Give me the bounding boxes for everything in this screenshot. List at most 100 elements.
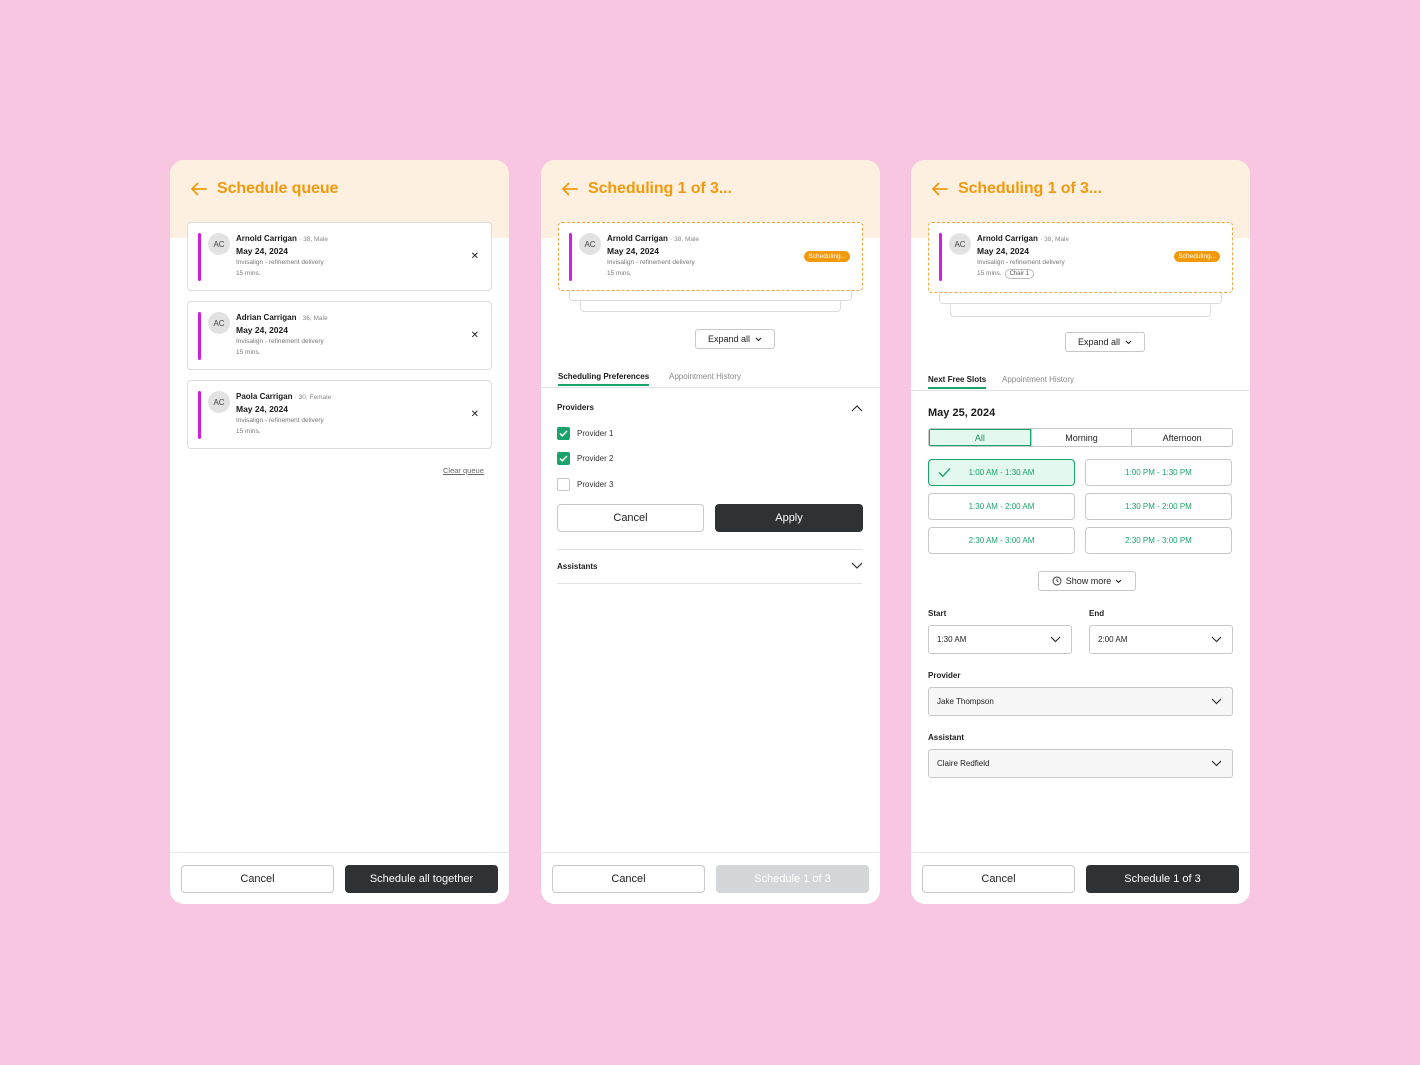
chair-badge: Chair 1 (1004, 269, 1034, 279)
active-patient-card[interactable]: AC Arnold Carrigan · 38, Male May 24, 20… (558, 222, 863, 291)
patient-color-bar (198, 391, 201, 439)
filter-all[interactable]: All (929, 429, 1031, 446)
clear-queue-link[interactable]: Clear queue (443, 466, 484, 475)
patient-info: Paola Carrigan · 30, Female May 24, 2024… (236, 392, 331, 437)
start-time-select[interactable]: 1:30 AM (928, 625, 1072, 654)
time-slot-selected[interactable]: 1:00 AM - 1:30 AM (928, 459, 1075, 486)
cancel-button[interactable]: Cancel (552, 865, 705, 893)
active-patient-card[interactable]: AC Arnold Carrigan · 38, Male May 24, 20… (928, 222, 1233, 293)
page-title: Scheduling 1 of 3... (588, 180, 732, 197)
next-free-slots-panel: Scheduling 1 of 3... AC Arnold Carrigan … (911, 160, 1250, 904)
check-icon (938, 468, 951, 478)
stacked-card (580, 300, 841, 312)
cancel-filter-button[interactable]: Cancel (557, 504, 704, 532)
time-slot[interactable]: 2:30 PM - 3:00 PM (1085, 527, 1232, 554)
assistant-select[interactable]: Claire Redfield (928, 749, 1233, 778)
procedure: Invisalign - refinement delivery (977, 259, 1065, 266)
chevron-down-icon[interactable] (851, 562, 863, 570)
patient-color-bar (198, 312, 201, 360)
time-slot[interactable]: 1:00 PM - 1:30 PM (1085, 459, 1232, 486)
assistants-label: Assistants (557, 562, 598, 571)
queue-card[interactable]: AC Arnold Carrigan · 38, Male May 24, 20… (187, 222, 492, 291)
filter-morning[interactable]: Morning (1030, 429, 1132, 446)
patient-info: Arnold Carrigan · 38, Male May 24, 2024 … (236, 234, 328, 279)
schedule-queue-panel: Schedule queue AC Arnold Carrigan · 38, … (170, 160, 509, 904)
checkbox-checked[interactable] (557, 427, 570, 440)
tab-next-free-slots[interactable]: Next Free Slots (928, 375, 987, 389)
provider-checkbox-3[interactable]: Provider 3 (557, 478, 613, 491)
avatar: AC (208, 233, 230, 255)
time-slot-label: 2:30 PM - 3:00 PM (1125, 536, 1192, 545)
checkbox-checked[interactable] (557, 452, 570, 465)
duration: 15 mins. (236, 428, 261, 435)
duration: 15 mins. (607, 270, 632, 277)
page-title: Scheduling 1 of 3... (958, 180, 1102, 197)
cancel-button[interactable]: Cancel (922, 865, 1075, 893)
patient-meta: · 38, Male (1040, 236, 1070, 243)
start-label: Start (928, 609, 947, 618)
chevron-down-icon (1211, 636, 1222, 643)
chevron-down-icon (1211, 698, 1222, 705)
patient-info: Adrian Carrigan · 36, Male May 24, 2024 … (236, 313, 328, 358)
expand-all-label: Expand all (707, 334, 751, 344)
avatar: AC (579, 233, 601, 255)
tab-appointment-history[interactable]: Appointment History (669, 372, 741, 384)
schedule-button-disabled[interactable]: Schedule 1 of 3 (716, 865, 869, 893)
avatar: AC (208, 312, 230, 334)
procedure: Invisalign - refinement delivery (236, 259, 324, 266)
patient-name: Arnold Carrigan (236, 234, 297, 243)
time-slot[interactable]: 2:30 AM - 3:00 AM (928, 527, 1075, 554)
cancel-button[interactable]: Cancel (181, 865, 334, 893)
show-more-button[interactable]: Show more (1038, 571, 1136, 591)
duration: 15 mins. (236, 270, 261, 277)
appointment-date: May 24, 2024 (236, 325, 288, 335)
time-slot-label: 1:30 PM - 2:00 PM (1125, 502, 1192, 511)
remove-icon[interactable]: ✕ (471, 410, 479, 420)
filter-afternoon[interactable]: Afternoon (1131, 429, 1232, 446)
expand-all-button[interactable]: Expand all (695, 329, 775, 349)
procedure: Invisalign - refinement delivery (236, 338, 324, 345)
chevron-down-icon (755, 337, 762, 341)
tab-bar: Next Free Slots Appointment History (911, 371, 1250, 391)
expand-all-label: Expand all (1077, 337, 1121, 347)
provider-select[interactable]: Jake Thompson (928, 687, 1233, 716)
patient-info: Arnold Carrigan · 38, Male May 24, 2024 … (607, 234, 699, 279)
procedure: Invisalign - refinement delivery (607, 259, 695, 266)
page-title: Schedule queue (217, 180, 339, 197)
provider-label: Provider 3 (577, 480, 614, 489)
provider-value: Jake Thompson (937, 697, 994, 706)
patient-name: Arnold Carrigan (607, 234, 668, 243)
patient-color-bar (198, 233, 201, 281)
remove-icon[interactable]: ✕ (471, 331, 479, 341)
time-slot[interactable]: 1:30 AM - 2:00 AM (928, 493, 1075, 520)
schedule-button[interactable]: Schedule 1 of 3 (1086, 865, 1239, 893)
back-arrow-icon[interactable] (931, 180, 949, 198)
chevron-up-icon[interactable] (851, 404, 863, 412)
avatar: AC (949, 233, 971, 255)
back-arrow-icon[interactable] (561, 180, 579, 198)
expand-all-button[interactable]: Expand all (1065, 332, 1145, 352)
status-badge: Scheduling... (804, 251, 850, 262)
tab-scheduling-preferences[interactable]: Scheduling Preferences (558, 372, 650, 386)
queue-card[interactable]: AC Paola Carrigan · 30, Female May 24, 2… (187, 380, 492, 449)
apply-button[interactable]: Apply (715, 504, 863, 532)
end-time-select[interactable]: 2:00 AM (1089, 625, 1233, 654)
back-arrow-icon[interactable] (190, 180, 208, 198)
footer: Cancel Schedule all together (170, 852, 509, 904)
chevron-down-icon (1211, 760, 1222, 767)
slots-date: May 25, 2024 (928, 407, 996, 419)
title-row: Scheduling 1 of 3... (931, 180, 1102, 198)
provider-checkbox-2[interactable]: Provider 2 (557, 452, 613, 465)
checkbox-unchecked[interactable] (557, 478, 570, 491)
patient-meta: · 30, Female (294, 394, 332, 401)
end-label: End (1089, 609, 1105, 618)
time-slot[interactable]: 1:30 PM - 2:00 PM (1085, 493, 1232, 520)
footer: Cancel Schedule 1 of 3 (911, 852, 1250, 904)
queue-card[interactable]: AC Adrian Carrigan · 36, Male May 24, 20… (187, 301, 492, 370)
remove-icon[interactable]: ✕ (471, 252, 479, 262)
schedule-all-button[interactable]: Schedule all together (345, 865, 498, 893)
tab-appointment-history[interactable]: Appointment History (1002, 375, 1074, 387)
time-slot-label: 2:30 AM - 3:00 AM (968, 536, 1035, 545)
provider-checkbox-1[interactable]: Provider 1 (557, 427, 613, 440)
clock-icon (1052, 576, 1062, 586)
